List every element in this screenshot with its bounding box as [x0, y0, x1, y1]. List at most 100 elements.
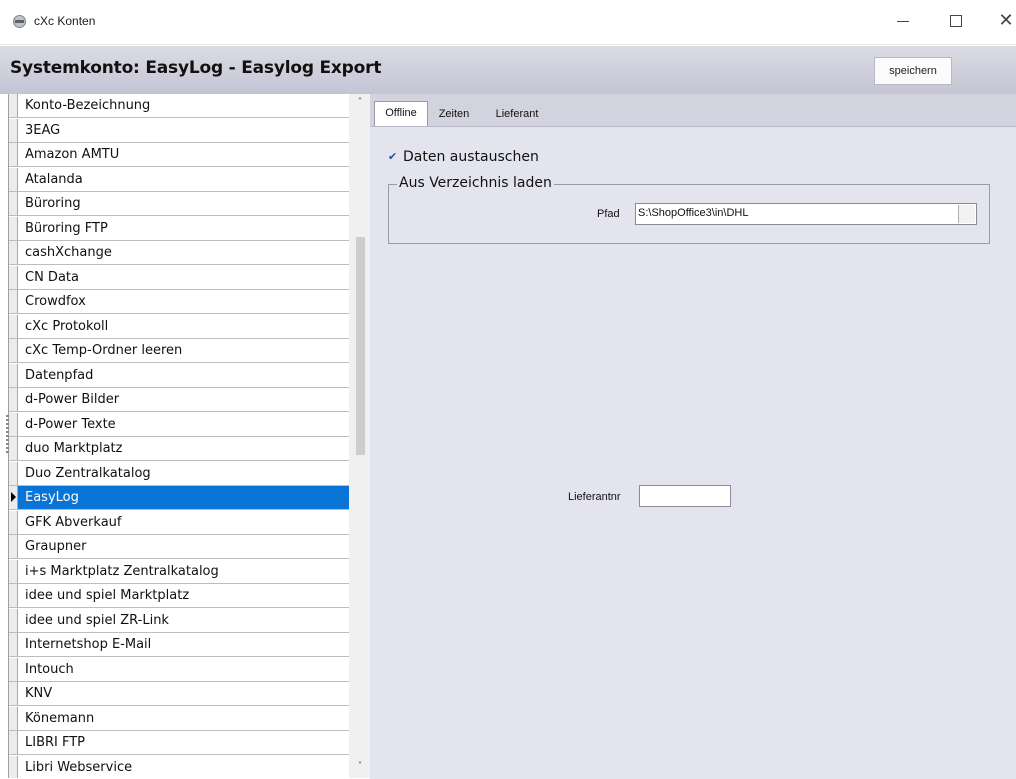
- app-icon: [13, 15, 26, 28]
- row-pointer-icon: [9, 486, 18, 509]
- list-item-label: Datenpfad: [25, 367, 94, 383]
- list-item[interactable]: Intouch: [9, 657, 349, 682]
- splitter-grip[interactable]: [6, 415, 9, 455]
- tab-offline[interactable]: Offline: [374, 101, 428, 126]
- list-item-label: Intouch: [25, 661, 74, 677]
- maximize-button[interactable]: [934, 4, 978, 38]
- row-selector: [9, 143, 18, 166]
- list-item[interactable]: Duo Zentralkatalog: [9, 461, 349, 486]
- row-selector: [9, 314, 18, 338]
- list-item[interactable]: d-Power Texte: [9, 412, 349, 437]
- list-item[interactable]: KNV: [9, 682, 349, 706]
- scroll-up-icon[interactable]: ˄: [349, 94, 371, 112]
- row-selector: [9, 192, 18, 215]
- list-item-label: idee und spiel ZR-Link: [25, 612, 169, 628]
- list-item-label: Atalanda: [25, 171, 83, 187]
- list-item[interactable]: Könemann: [9, 706, 349, 731]
- detail-panel: Offline Zeiten Lieferant ✔ Daten austaus…: [370, 94, 1016, 779]
- list-item-label: cXc Temp-Ordner leeren: [25, 343, 183, 358]
- page-title: Systemkonto: EasyLog - Easylog Export: [10, 58, 382, 78]
- list-item-label: d-Power Bilder: [25, 392, 120, 407]
- tab-lieferant[interactable]: Lieferant: [488, 104, 546, 126]
- list-item[interactable]: i+s Marktplatz Zentralkatalog: [9, 559, 349, 584]
- row-selector: [9, 510, 18, 534]
- list-item[interactable]: EasyLog: [9, 486, 349, 510]
- scroll-thumb[interactable]: [356, 237, 365, 455]
- row-selector: [9, 388, 18, 411]
- list-item[interactable]: Amazon AMTU: [9, 143, 349, 167]
- list-item[interactable]: Graupner: [9, 535, 349, 559]
- list-item[interactable]: idee und spiel ZR-Link: [9, 608, 349, 633]
- pfad-label: Pfad: [597, 208, 620, 220]
- tab-zeiten[interactable]: Zeiten: [432, 104, 476, 126]
- row-selector: [9, 412, 18, 436]
- list-item-label: Könemann: [25, 710, 95, 726]
- row-selector: [9, 706, 18, 730]
- row-selector: [9, 682, 18, 705]
- list-item-label: Büroring: [25, 196, 81, 211]
- list-item[interactable]: Büroring FTP: [9, 216, 349, 241]
- row-selector: [9, 290, 18, 313]
- list-item[interactable]: Libri Webservice: [9, 755, 349, 778]
- maximize-icon: [950, 15, 962, 27]
- row-selector: [9, 167, 18, 191]
- list-item[interactable]: GFK Abverkauf: [9, 510, 349, 535]
- list-item[interactable]: cXc Temp-Ordner leeren: [9, 339, 349, 363]
- close-button[interactable]: ✕: [984, 4, 1016, 38]
- tab-strip: Offline Zeiten Lieferant: [370, 94, 1016, 126]
- row-selector: [9, 755, 18, 778]
- list-item[interactable]: LIBRI FTP: [9, 731, 349, 755]
- minimize-button[interactable]: [880, 4, 924, 38]
- list-item[interactable]: Datenpfad: [9, 363, 349, 388]
- list-item-label: CN Data: [25, 269, 79, 285]
- scroll-down-icon[interactable]: ˅: [349, 758, 371, 776]
- list-item[interactable]: duo Marktplatz: [9, 437, 349, 461]
- list-item-label: KNV: [25, 686, 53, 701]
- list-item[interactable]: CN Data: [9, 265, 349, 290]
- list-item-label: GFK Abverkauf: [25, 514, 122, 530]
- page-header: Systemkonto: EasyLog - Easylog Export: [0, 46, 1016, 94]
- list-item-label: cXc Protokoll: [25, 318, 109, 334]
- list-item[interactable]: Büroring: [9, 192, 349, 216]
- checkbox-label: Daten austauschen: [403, 149, 539, 165]
- row-selector: [9, 461, 18, 485]
- list-item[interactable]: cXc Protokoll: [9, 314, 349, 339]
- lieferantnr-label: Lieferantnr: [568, 491, 621, 503]
- window-title: cXc Konten: [34, 14, 96, 28]
- list-item-label: Crowdfox: [25, 294, 86, 309]
- lieferantnr-input[interactable]: [639, 485, 731, 507]
- row-selector: [9, 265, 18, 289]
- pfad-input[interactable]: S:\ShopOffice3\in\DHL: [635, 203, 977, 225]
- list-item-label: Büroring FTP: [25, 220, 108, 236]
- window-titlebar: cXc Konten ✕: [0, 0, 1016, 45]
- list-column-header[interactable]: Konto-Bezeichnung: [9, 94, 349, 118]
- row-selector: [9, 363, 18, 387]
- directory-groupbox: Aus Verzeichnis laden Pfad S:\ShopOffice…: [388, 175, 990, 244]
- list-item[interactable]: cashXchange: [9, 241, 349, 265]
- list-item-label: LIBRI FTP: [25, 735, 86, 750]
- list-item-label: d-Power Texte: [25, 416, 116, 432]
- list-item-label: Graupner: [25, 539, 87, 554]
- list-item[interactable]: Internetshop E-Mail: [9, 633, 349, 657]
- list-item[interactable]: idee und spiel Marktplatz: [9, 584, 349, 608]
- list-item-label: idee und spiel Marktplatz: [25, 588, 190, 603]
- save-button[interactable]: speichern: [874, 57, 952, 85]
- row-selector: [9, 657, 18, 681]
- list-item[interactable]: 3EAG: [9, 118, 349, 143]
- list-item-label: i+s Marktplatz Zentralkatalog: [25, 563, 219, 579]
- list-item-label: Amazon AMTU: [25, 147, 120, 162]
- list-item[interactable]: d-Power Bilder: [9, 388, 349, 412]
- list-item-label: 3EAG: [25, 122, 61, 138]
- browse-button[interactable]: [958, 205, 975, 223]
- row-selector: [9, 118, 18, 142]
- row-selector: [9, 608, 18, 632]
- row-selector: [9, 633, 18, 656]
- account-list: Konto-Bezeichnung 3EAG Amazon AMTU Atalanda…: [8, 94, 371, 778]
- list-scrollbar[interactable]: ˄ ˅: [349, 94, 371, 778]
- list-item[interactable]: Crowdfox: [9, 290, 349, 314]
- list-item[interactable]: Atalanda: [9, 167, 349, 192]
- list-item-label: Konto-Bezeichnung: [25, 98, 151, 113]
- row-selector: [9, 535, 18, 558]
- row-selector: [9, 437, 18, 460]
- row-selector: [9, 216, 18, 240]
